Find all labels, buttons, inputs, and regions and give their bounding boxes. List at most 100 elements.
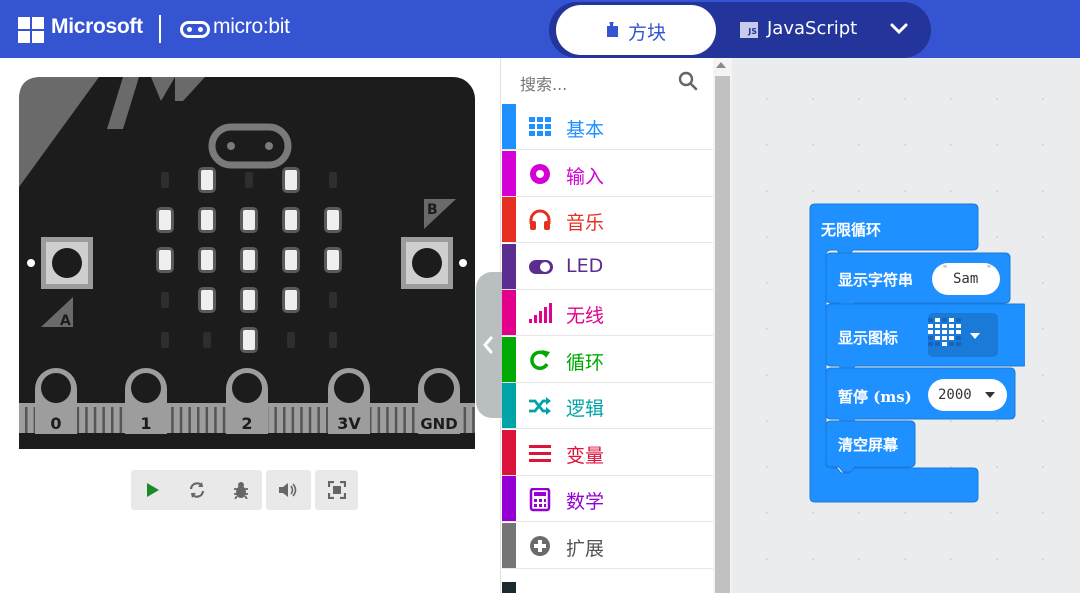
led-on[interactable]: [285, 290, 297, 310]
toolbox-category-7[interactable]: 变量: [502, 429, 714, 476]
toolbox-category-6[interactable]: 逻辑: [502, 383, 714, 429]
category-color-bar: [502, 429, 516, 475]
led-off[interactable]: [161, 292, 169, 308]
edge-connector-strip: [283, 407, 286, 433]
clear-screen-label: 清空屏幕: [838, 436, 899, 454]
microsoft-logo-icon[interactable]: [18, 17, 44, 43]
edge-connector-strip: [111, 407, 114, 433]
led-on[interactable]: [327, 210, 339, 230]
edge-connector-strip: [214, 407, 217, 433]
shuffle-icon: [528, 395, 552, 417]
led-on[interactable]: [159, 250, 171, 270]
edge-connector-strip: [274, 407, 277, 433]
toolbox-category-3[interactable]: LED: [502, 243, 714, 290]
led-off[interactable]: [329, 172, 337, 188]
category-label: 数学: [566, 491, 605, 513]
toolbox-category-8[interactable]: 数学: [502, 476, 714, 522]
collapse-simulator-button[interactable]: [476, 272, 502, 418]
led-on[interactable]: [201, 210, 213, 230]
category-label: 基本: [566, 119, 605, 141]
led-on[interactable]: [285, 210, 297, 230]
microsoft-brand[interactable]: Microsoft: [51, 15, 143, 39]
pause-value-dropdown[interactable]: 2000: [928, 379, 1007, 411]
microbit-brand[interactable]: micro:bit: [213, 15, 290, 39]
edge-connector-strip: [300, 407, 303, 433]
edge-connector-strip: [188, 407, 191, 433]
heart-icon[interactable]: [924, 319, 964, 353]
mute-icon[interactable]: [268, 470, 308, 510]
pin-label: 1: [140, 414, 151, 433]
pin-label: GND: [420, 415, 457, 433]
led-off[interactable]: [161, 332, 169, 348]
search-input[interactable]: 搜索...: [520, 71, 567, 95]
microbit-board[interactable]: A B 0 1 2 3V GND: [15, 77, 479, 451]
scroll-up-arrow-icon[interactable]: [716, 62, 726, 68]
led-on[interactable]: [201, 290, 213, 310]
edge-connector-strip: [197, 407, 200, 433]
led-on[interactable]: [243, 210, 255, 230]
edge-connector-strip: [222, 407, 226, 433]
headphones-icon: [528, 209, 552, 231]
toggle-icon: [528, 256, 553, 278]
edge-connector-strip: [119, 407, 123, 433]
category-label: 输入: [566, 165, 605, 188]
led-on[interactable]: [243, 330, 255, 350]
dropdown-arrow-icon: [985, 392, 995, 398]
toolbox-category-5[interactable]: 循环: [502, 336, 714, 383]
microbit-logo-icon[interactable]: [180, 21, 210, 38]
toolbox-category-2[interactable]: 音乐: [502, 197, 714, 243]
led-off[interactable]: [329, 332, 337, 348]
input-circle-icon: [528, 163, 552, 185]
category-color-bar: [502, 290, 516, 335]
led-off[interactable]: [287, 332, 295, 348]
play-icon[interactable]: [133, 470, 173, 510]
led-on[interactable]: [243, 250, 255, 270]
forever-block[interactable]: [805, 200, 1025, 510]
toolbox-bottom-bar: [502, 582, 516, 593]
restart-icon[interactable]: [177, 470, 217, 510]
led-on[interactable]: [327, 250, 339, 270]
category-label: 变量: [566, 444, 605, 467]
led-on[interactable]: [201, 250, 213, 270]
search-icon[interactable]: [678, 71, 698, 91]
category-label: LED: [566, 254, 604, 277]
edge-connector-strip: [205, 407, 209, 433]
led-off[interactable]: [245, 172, 253, 188]
led-on[interactable]: [201, 170, 213, 190]
led-off[interactable]: [161, 172, 169, 188]
pin-label: 2: [241, 414, 252, 433]
search-box[interactable]: 搜索...: [501, 58, 714, 104]
edge-connector-strip: [291, 407, 295, 433]
led-on[interactable]: [285, 170, 297, 190]
show-string-value[interactable]: " Sam ": [932, 263, 1000, 295]
toolbox-category-0[interactable]: 基本: [502, 104, 714, 150]
category-label: 循环: [566, 351, 605, 374]
toolbox-scroll-thumb[interactable]: [715, 76, 730, 593]
edge-connector-strip: [85, 407, 88, 433]
list-lines-icon: [528, 442, 552, 464]
category-color-bar: [502, 476, 516, 521]
led-off[interactable]: [329, 292, 337, 308]
pin-label: 3V: [337, 414, 361, 433]
chevron-down-icon[interactable]: [888, 21, 910, 37]
edge-connector-strip: [412, 407, 415, 433]
led-on[interactable]: [159, 210, 171, 230]
fullscreen-icon[interactable]: [317, 470, 357, 510]
edge-connector-strip: [394, 407, 398, 433]
led-off[interactable]: [203, 332, 211, 348]
toolbox-category-9[interactable]: 扩展: [502, 522, 714, 569]
led-on[interactable]: [285, 250, 297, 270]
debug-icon[interactable]: [221, 470, 261, 510]
led-on[interactable]: [243, 290, 255, 310]
toolbox: 搜索... 基本输入音乐 LED 无线循环逻辑变量数学扩展: [500, 58, 732, 593]
toolbox-category-4[interactable]: 无线: [502, 290, 714, 336]
button-b-label: B: [427, 202, 438, 218]
quote-open: ": [942, 264, 949, 275]
tab-blocks[interactable]: 方块: [556, 5, 716, 55]
edge-connector-strip: [386, 407, 389, 433]
pause-value: 2000: [938, 387, 972, 403]
grid-icon: [528, 116, 552, 138]
toolbox-category-1[interactable]: 输入: [502, 150, 714, 197]
edge-connector-strip: [377, 407, 381, 433]
category-color-bar: [502, 522, 516, 568]
